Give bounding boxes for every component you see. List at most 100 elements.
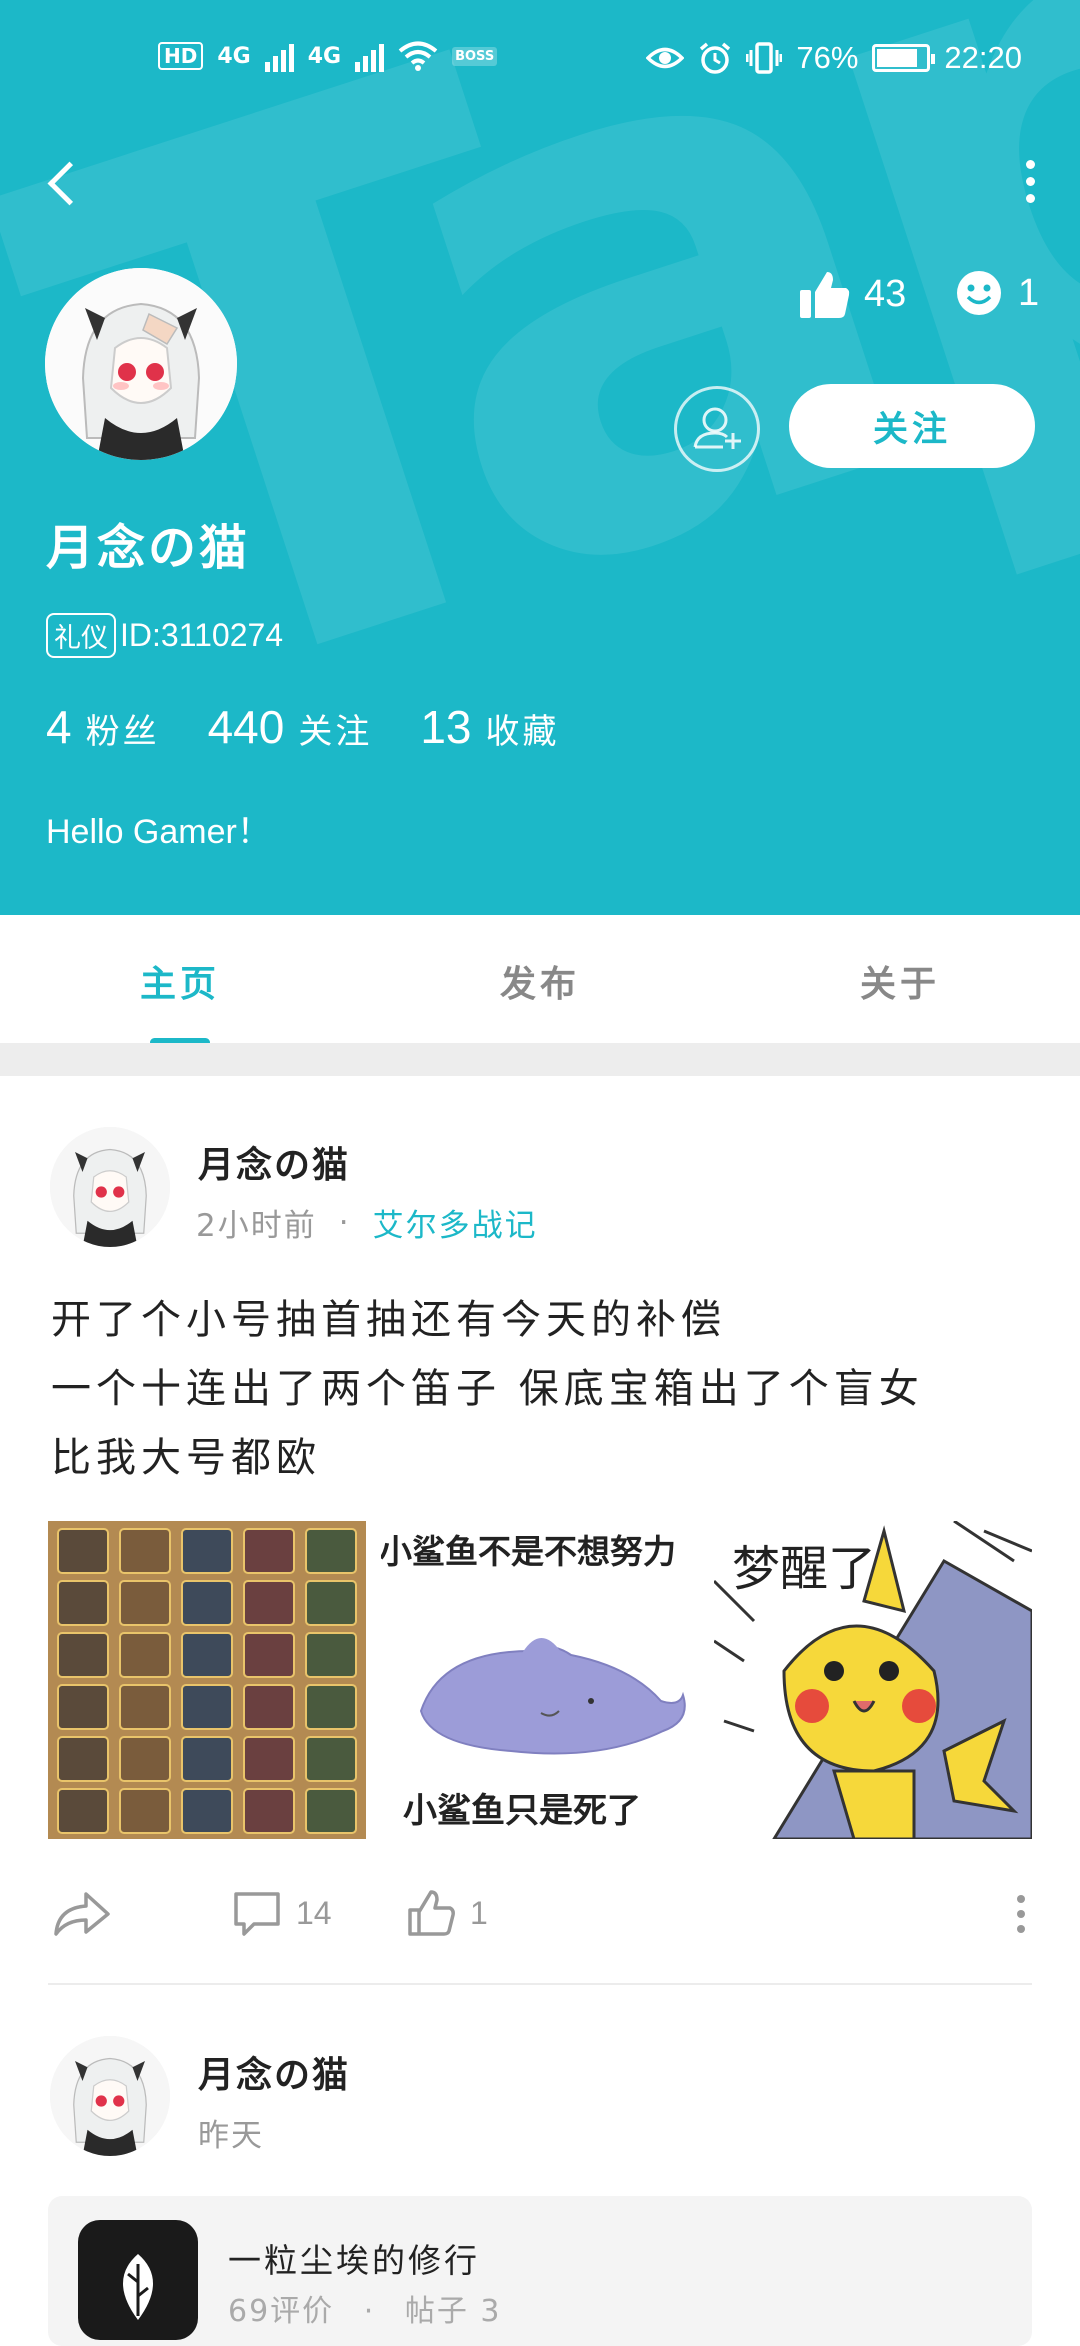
shark-illustration [419,1638,686,1755]
profile-stats: 4 粉丝 440 关注 13 收藏 [46,700,608,754]
like-count: 1 [470,1894,488,1931]
section-divider [0,1043,1080,1076]
status-left: HD 4G 4G BOSS [158,40,498,72]
game-name: 一粒尘埃的修行 [228,2241,480,2280]
post-actions: 14 1 [0,1880,1080,1950]
avatar-illustration [50,2036,170,2156]
hd-badge: HD [158,42,204,70]
network-label-2: 4G [307,43,342,69]
more-menu-button[interactable] [1020,160,1040,206]
post-separator [48,1983,1032,1985]
hero-card [57,1736,109,1782]
like-count-value: 43 [864,272,907,315]
post-line: 一个十连出了两个笛子 保底宝箱出了个盲女 [51,1366,924,1412]
hero-card [181,1736,233,1782]
hero-card [243,1788,295,1834]
post-avatar[interactable] [50,2036,170,2156]
post-image-pikachu-meme[interactable]: 梦醒了 [714,1521,1032,1839]
stat-label: 收藏 [485,712,560,752]
status-bar: HD 4G 4G BOSS 76% 22:20 [0,40,1080,86]
hero-card [305,1528,357,1574]
wifi-icon [398,41,438,71]
vertical-dots-icon [1017,1895,1025,1933]
boss-app-icon: BOSS [452,46,498,66]
stat-value: 13 [420,701,472,753]
comment-count: 14 [296,1894,332,1931]
hero-card [243,1580,295,1626]
profile-username: 月念の猫 [46,520,251,576]
tab-about[interactable]: 关于 [860,955,940,1007]
thumbs-up-outline-icon [408,1890,455,1936]
post-meta: 2小时前 · 艾尔多战记 [196,1200,538,1245]
stat-value: 440 [207,701,285,753]
game-card[interactable]: 一粒尘埃的修行 69评价 · 帖子 3 [48,2196,1032,2346]
post-time: 昨天 [198,2118,264,2154]
meme-caption-bottom: 小鲨鱼只是死了 [403,1791,641,1831]
stat-following[interactable]: 440 关注 [208,700,373,754]
hero-card [305,1580,357,1626]
post-time: 2小时前 [196,1208,317,1244]
post-line: 比我大号都欧 [51,1435,321,1481]
tab-home[interactable]: 主页 [140,955,220,1007]
comment-button[interactable]: 14 [232,1888,332,1938]
post-image-shark-meme[interactable]: 小鲨鱼不是不想努力 小鲨鱼只是死了 [381,1521,699,1839]
clock: 22:20 [944,40,1022,75]
hero-card [305,1788,357,1834]
tab-posts[interactable]: 发布 [500,955,580,1007]
etiquette-badge[interactable]: 礼仪 [46,613,116,658]
smile-icon [957,271,1001,315]
add-friend-button[interactable] [674,386,760,472]
follow-button[interactable]: 关注 [789,384,1035,468]
profile-bio: Hello Gamer！ [46,813,271,851]
post-game-link[interactable]: 艾尔多战记 [373,1200,538,1245]
profile-avatar[interactable] [45,268,237,460]
alarm-icon [700,42,731,74]
share-button[interactable] [52,1888,112,1938]
stat-fans[interactable]: 4 粉丝 [46,700,160,754]
leaf-icon [123,2254,153,2320]
hero-card [119,1528,171,1574]
back-button[interactable] [42,152,86,212]
meta-dot: · [363,2294,376,2329]
hero-card [57,1528,109,1574]
hero-card [119,1632,171,1678]
smile-count: 1 [956,270,1039,316]
post-author[interactable]: 月念の猫 [198,2046,350,2098]
hero-grid-illustration [48,1521,366,1839]
post-body[interactable]: 开了个小号抽首抽还有今天的补偿 一个十连出了两个笛子 保底宝箱出了个盲女 比我大… [51,1286,1041,1493]
post-author[interactable]: 月念の猫 [198,1136,350,1188]
profile-id: ID:3110274 [120,617,284,653]
hero-card [181,1684,233,1730]
signal-icon-2 [355,40,385,72]
meme-caption-top: 梦醒了 [732,1541,877,1597]
hero-card [119,1736,171,1782]
hero-card [243,1632,295,1678]
vibrate-icon [746,42,783,74]
add-user-icon [693,407,741,449]
meme-caption-top: 小鲨鱼不是不想努力 [381,1532,676,1571]
meta-dot: · [338,1204,351,1241]
hero-card [119,1684,171,1730]
eye-icon [646,47,685,69]
battery-icon [872,44,936,72]
stat-label: 粉丝 [85,712,160,752]
signal-icon [264,40,294,72]
post-image-hero-grid[interactable] [48,1521,366,1839]
hero-card [119,1788,171,1834]
post-more-button[interactable] [1014,1894,1028,1934]
avatar-illustration [45,268,237,460]
hero-card [243,1736,295,1782]
hero-card [57,1632,109,1678]
hero-card [119,1580,171,1626]
thumbs-up-icon [800,272,850,318]
hero-card [57,1684,109,1730]
hero-card [305,1684,357,1730]
post-avatar[interactable] [50,1127,170,1247]
hero-card [181,1788,233,1834]
like-button[interactable]: 1 [406,1888,488,1938]
avatar-illustration [50,1127,170,1247]
hero-card [57,1788,109,1834]
stat-favorites[interactable]: 13 收藏 [420,700,559,754]
game-stats: 69评价 · 帖子 3 [228,2286,501,2330]
hero-card [57,1580,109,1626]
